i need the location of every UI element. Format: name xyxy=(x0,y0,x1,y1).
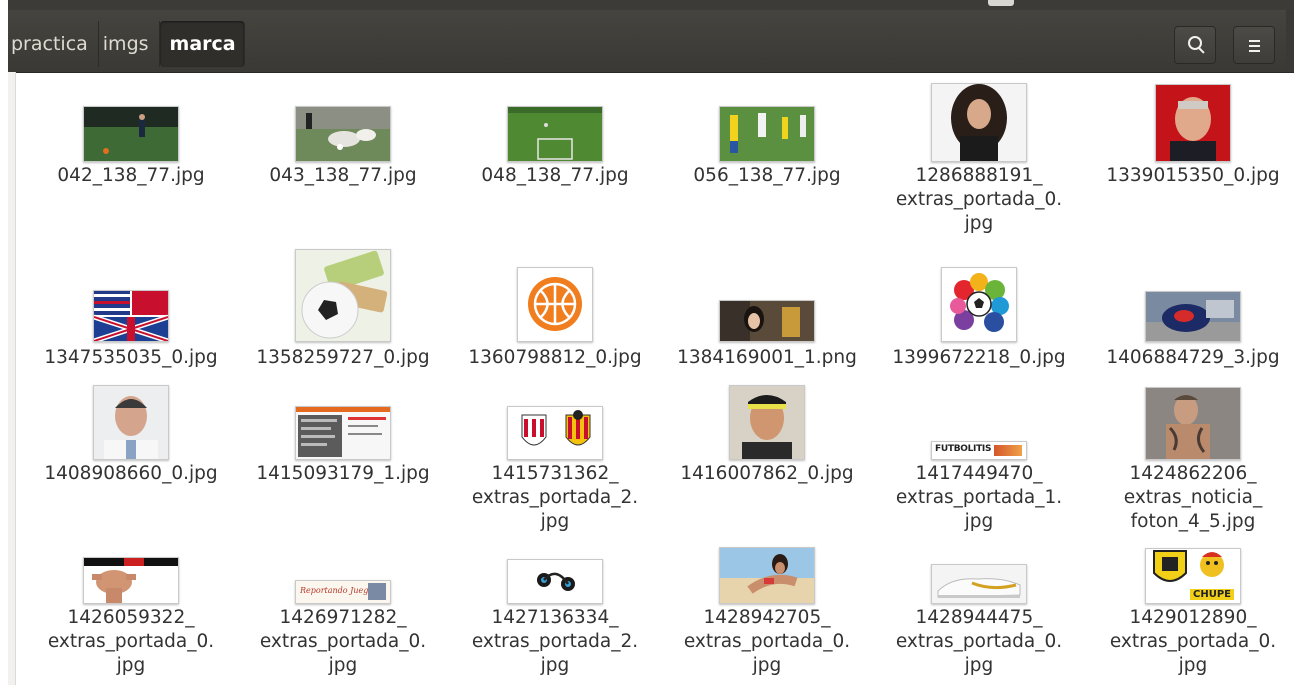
thumbnail xyxy=(1155,84,1231,162)
thumbnail xyxy=(295,406,391,460)
file-name: 1426971282_ extras_portada_0. jpg xyxy=(259,607,427,676)
sidebar-edge xyxy=(8,72,16,685)
file-name: 1339015350_0.jpg xyxy=(1106,165,1280,186)
file-name: 056_138_77.jpg xyxy=(693,165,841,186)
file-name: 1406884729_3.jpg xyxy=(1106,347,1280,368)
thumbnail xyxy=(93,385,169,460)
thumbnail xyxy=(83,557,179,604)
thumbnail: Reportando Juego xyxy=(295,580,391,604)
file-name: 1358259727_0.jpg xyxy=(256,347,430,368)
window-right-edge xyxy=(1286,10,1294,72)
window-top-strip xyxy=(0,0,1294,10)
file-name: 1415093179_1.jpg xyxy=(256,463,430,484)
breadcrumb: practica imgs marca xyxy=(8,21,245,67)
thumbnail: FUTBOLITIS xyxy=(931,441,1027,460)
thumbnail xyxy=(719,106,815,162)
header-bar: practica imgs marca xyxy=(8,10,1294,72)
thumbnail xyxy=(719,547,815,604)
file-name: 048_138_77.jpg xyxy=(481,165,629,186)
thumbnail xyxy=(93,290,169,342)
breadcrumb-practica[interactable]: practica xyxy=(8,21,99,67)
thumbnail xyxy=(729,385,805,460)
search-button[interactable] xyxy=(1174,26,1216,64)
thumbnail xyxy=(507,406,603,460)
file-name: 1428942705_ extras_portada_0. jpg xyxy=(683,607,851,676)
file-name: 1427136334_ extras_portada_2. jpg xyxy=(471,607,639,676)
thumbnail xyxy=(83,106,179,162)
title-bar-edge xyxy=(8,0,1294,10)
thumbnail: CHUPE xyxy=(1145,548,1241,604)
breadcrumb-marca[interactable]: marca xyxy=(159,21,245,67)
file-name: 1428944475_ extras_portada_0. jpg xyxy=(895,607,1063,676)
banner-text: CHUPE xyxy=(1190,589,1234,600)
thumbnail xyxy=(507,559,603,604)
banner-text: FUTBOLITIS xyxy=(935,444,992,454)
file-name: 1415731362_ extras_portada_2. jpg xyxy=(471,463,639,532)
file-name: 1399672218_0.jpg xyxy=(892,347,1066,368)
file-name: 1347535035_0.jpg xyxy=(44,347,218,368)
thumbnail xyxy=(295,106,391,162)
banner-text: Reportando Juego xyxy=(300,586,374,595)
thumbnail xyxy=(295,249,391,342)
file-name: 1286888191_ extras_portada_0. jpg xyxy=(895,165,1063,234)
file-name: 1417449470_ extras_portada_1. jpg xyxy=(895,463,1063,532)
file-name: 1429012890_ extras_portada_0. jpg xyxy=(1109,607,1277,676)
thumbnail xyxy=(507,106,603,162)
thumbnail xyxy=(1145,387,1241,460)
thumbnail xyxy=(719,300,815,342)
file-name: 1384169001_1.png xyxy=(677,347,857,368)
thumbnail xyxy=(517,267,593,342)
thumbnail xyxy=(931,564,1027,604)
menu-button[interactable] xyxy=(1233,26,1275,64)
thumbnail xyxy=(1145,291,1241,342)
breadcrumb-imgs[interactable]: imgs xyxy=(99,21,160,67)
file-name: 1426059322_ extras_portada_0. jpg xyxy=(47,607,215,676)
file-name: 1424862206_ extras_noticia_ foton_4_5.jpg xyxy=(1123,463,1263,532)
thumbnail xyxy=(931,83,1027,162)
file-name: 042_138_77.jpg xyxy=(57,165,205,186)
file-name: 1360798812_0.jpg xyxy=(468,347,642,368)
file-name: 1408908660_0.jpg xyxy=(44,463,218,484)
window-tab-handle xyxy=(988,0,1014,6)
file-name: 1416007862_0.jpg xyxy=(680,463,854,484)
thumbnail xyxy=(941,267,1017,342)
file-grid: 042_138_77.jpg 043_138_77.jpg 048_138_77… xyxy=(16,72,1294,685)
file-name: 043_138_77.jpg xyxy=(269,165,417,186)
